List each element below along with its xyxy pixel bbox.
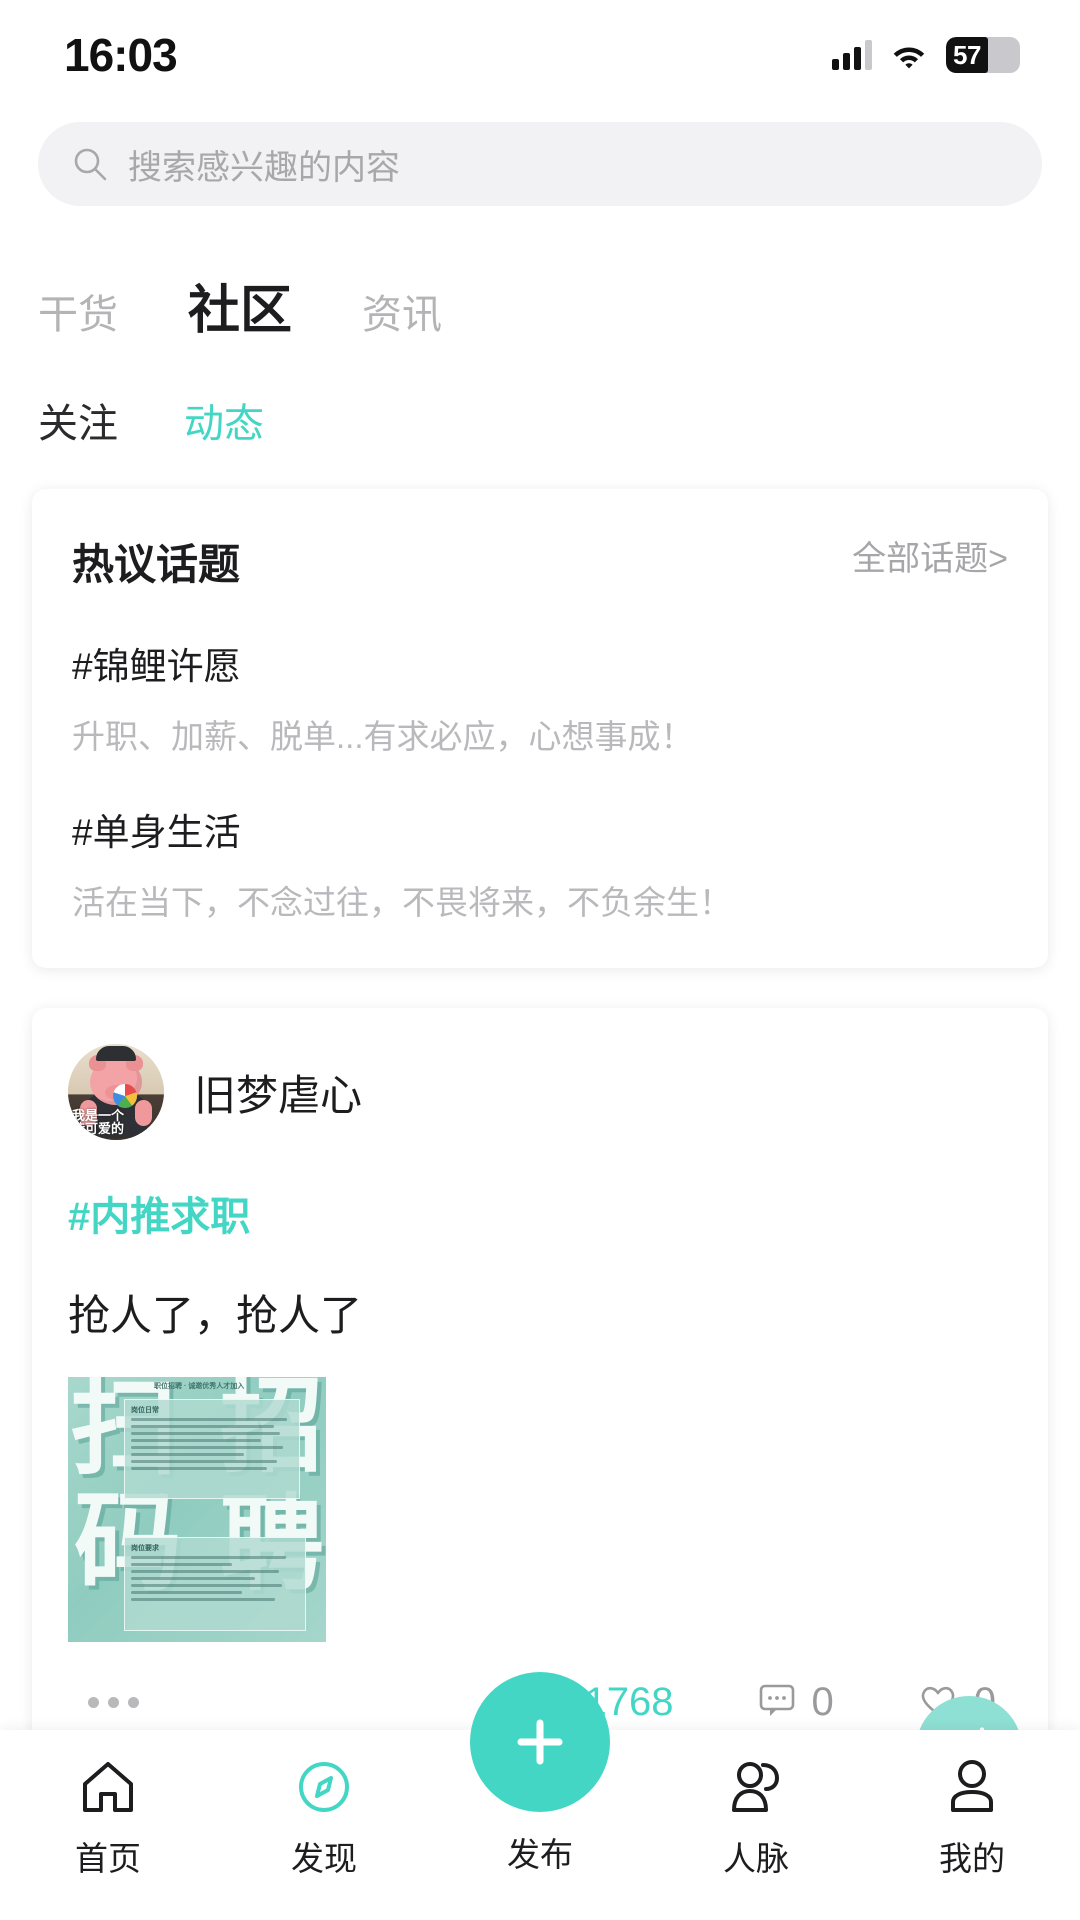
search-input[interactable]: 搜索感兴趣的内容 [128,140,400,189]
comment-icon [758,1682,796,1723]
post-hashtag[interactable]: #内推求职 [68,1184,1012,1242]
topic-desc: 升职、加薪、脱单...有求必应，心想事成！ [72,718,694,755]
nav-label-mine: 我的 [939,1840,1005,1877]
post-username[interactable]: 旧梦虐心 [194,1062,362,1123]
tab-zixun[interactable]: 资讯 [362,282,442,340]
avatar[interactable]: 我是一个 持可爱的 [68,1044,164,1140]
avatar-overlay-text: 我是一个 持可爱的 [72,1109,162,1136]
nav-label-discover: 发现 [291,1840,357,1877]
hot-topics-header: 热议话题 全部话题> [72,531,1008,592]
hot-topics-title: 热议话题 [72,541,241,588]
compass-icon [293,1754,355,1820]
nav-item-discover[interactable]: 发现 [216,1730,432,1880]
nav-label-publish: 发布 [507,1836,573,1873]
avatar-overlay-line2: 持可爱的 [72,1121,125,1137]
more-dots-icon[interactable] [88,1696,139,1708]
publish-fab-button[interactable] [470,1672,610,1812]
stat-comments[interactable]: 0 [758,1680,834,1725]
poster-box-requirements: 岗位要求 [124,1537,306,1631]
person-icon [941,1754,1003,1820]
post-content: 抢人了，抢人了 [68,1292,363,1339]
sub-tab-bar: 关注 动态 [0,343,1080,449]
search-icon [72,146,108,182]
post-header: 我是一个 持可爱的 旧梦虐心 [68,1044,1012,1140]
nav-label-contacts: 人脉 [723,1840,789,1877]
wifi-icon [890,41,928,69]
signal-bars-icon [832,40,872,70]
search-bar[interactable]: 搜索感兴趣的内容 [38,122,1042,206]
battery-percent: 57 [953,39,981,70]
tab-ganhuo[interactable]: 干货 [38,282,118,340]
status-indicators: 57 [832,37,1020,73]
subtab-dongtai[interactable]: 动态 [176,391,272,449]
status-bar: 16:03 57 [0,0,1080,110]
battery-icon: 57 [946,37,1020,73]
app-screen: 16:03 57 搜索感兴趣的内容 干货 社区 资讯 关注 动态 热议话题 全部… [0,0,1080,1920]
topic-tag[interactable]: #锦鲤许愿 [72,636,1008,690]
hot-topics-card: 热议话题 全部话题> #锦鲤许愿 升职、加薪、脱单...有求必应，心想事成！ #… [32,489,1048,968]
nav-item-home[interactable]: 首页 [0,1730,216,1880]
topic-desc: 活在当下，不念过往，不畏将来，不负余生！ [72,884,732,921]
topic-item[interactable]: #锦鲤许愿 升职、加薪、脱单...有求必应，心想事成！ [72,636,1008,758]
post-card: 我是一个 持可爱的 旧梦虐心 #内推求职 抢人了，抢人了 扫 码 招 聘 职位招… [32,1008,1048,1762]
search-section: 搜索感兴趣的内容 [0,110,1080,206]
comment-count: 0 [811,1679,834,1724]
all-topics-link[interactable]: 全部话题> [852,531,1008,580]
poster-box-duties-title: 岗位日常 [131,1407,159,1414]
main-tab-bar: 干货 社区 资讯 [0,206,1080,343]
nav-item-mine[interactable]: 我的 [864,1730,1080,1880]
status-clock: 16:03 [64,29,178,81]
poster-box-duties: 岗位日常 [124,1399,300,1499]
topic-tag[interactable]: #单身生活 [72,802,1008,856]
home-icon [77,1754,139,1820]
tab-shequ[interactable]: 社区 [188,268,292,343]
plus-icon [517,1719,563,1765]
nav-item-contacts[interactable]: 人脉 [648,1730,864,1880]
recruitment-poster-image[interactable]: 扫 码 招 聘 职位招聘 · 诚邀优秀人才加入 岗位日常 岗位要求 [68,1377,326,1642]
poster-box-requirements-title: 岗位要求 [131,1545,159,1552]
subtab-guanzhu[interactable]: 关注 [30,391,126,449]
nav-label-home: 首页 [75,1840,141,1877]
people-icon [725,1754,787,1820]
topic-item[interactable]: #单身生活 活在当下，不念过往，不畏将来，不负余生！ [72,802,1008,924]
poster-caption: 职位招聘 · 诚邀优秀人才加入 [154,1383,245,1390]
